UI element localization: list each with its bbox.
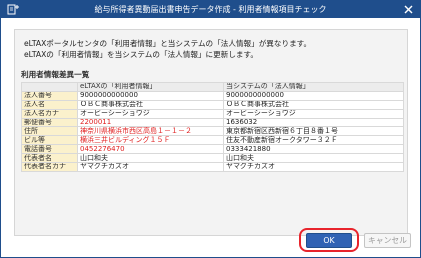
column-header-eltax: eLTAXの「利用者情報」 (77, 82, 224, 92)
eltax-value: ヤマグチカズオ (77, 162, 224, 172)
system-value: 山口和夫 (223, 153, 404, 164)
ok-button[interactable]: OK (306, 233, 352, 248)
table-row: 代表者名カナ ヤマグチカズオ ヤマグチカズオ (21, 162, 404, 172)
close-icon[interactable] (403, 4, 414, 15)
system-value: 住友不動産新宿オークタワー３２Ｆ (223, 135, 404, 146)
table-row: 郵便番号 2200011 1636032 (21, 117, 404, 128)
window-title: 給与所得者異動届出書申告データ作成 - 利用者情報項目チェック (94, 5, 327, 14)
row-label: ビル等 (21, 135, 78, 146)
column-header-item (21, 82, 78, 92)
row-label: 住所 (21, 126, 78, 137)
eltax-value: ＯＢＣ商事株式会社 (77, 99, 224, 110)
diff-table: eLTAXの「利用者情報」 当システムの「法人情報」 法人番号 900000000… (21, 82, 404, 172)
table-row: 法人名カナ オービーシーショウジ オービーシーショウジ (21, 108, 404, 119)
eltax-value: 神奈川県横浜市西区高島１－１－２ (77, 126, 224, 137)
row-label: 代表者名カナ (21, 162, 78, 172)
cancel-button[interactable]: キャンセル (364, 233, 411, 248)
dialog-window: 給与所得者異動届出書申告データ作成 - 利用者情報項目チェック eLTAXポータ… (0, 0, 421, 258)
table-row: 法人番号 9000000000000 9000000000000 (21, 90, 404, 101)
row-label: 代表者名 (21, 153, 78, 164)
system-value: 1636032 (223, 117, 404, 128)
row-label: 電話番号 (21, 144, 78, 155)
eltax-value: オービーシーショウジ (77, 108, 224, 119)
eltax-value: 9000000000000 (77, 90, 224, 101)
system-value: ＯＢＣ商事株式会社 (223, 99, 404, 110)
system-value: ヤマグチカズオ (223, 162, 404, 172)
table-row: 代表者名 山口和夫 山口和夫 (21, 153, 404, 164)
row-label: 法人番号 (21, 90, 78, 101)
system-value: オービーシーショウジ (223, 108, 404, 119)
section-title: 利用者情報差異一覧 (21, 70, 90, 79)
table-header-row: eLTAXの「利用者情報」 当システムの「法人情報」 (21, 82, 404, 92)
table-row: ビル等 横浜三井ビルディング１５Ｆ 住友不動産新宿オークタワー３２Ｆ (21, 135, 404, 146)
eltax-value: 横浜三井ビルディング１５Ｆ (77, 135, 224, 146)
system-value: 東京都新宿区西新宿６丁目８番１号 (223, 126, 404, 137)
eltax-value: 0452276470 (77, 144, 224, 155)
column-header-system: 当システムの「法人情報」 (223, 82, 404, 92)
title-bar: 給与所得者異動届出書申告データ作成 - 利用者情報項目チェック (1, 1, 420, 18)
system-value: 9000000000000 (223, 90, 404, 101)
table-row: 法人名 ＯＢＣ商事株式会社 ＯＢＣ商事株式会社 (21, 99, 404, 110)
system-value: 0333421880 (223, 144, 404, 155)
message-line-1: eLTAXポータルセンタの「利用者情報」と当システムの「法人情報」が異なります。 (24, 39, 312, 48)
row-label: 郵便番号 (21, 117, 78, 128)
message-line-2: eLTAXの「利用者情報」を当システムの「法人情報」に更新します。 (24, 50, 258, 59)
table-row: 電話番号 0452276470 0333421880 (21, 144, 404, 155)
row-label: 法人名カナ (21, 108, 78, 119)
table-row: 住所 神奈川県横浜市西区高島１－１－２ 東京都新宿区西新宿６丁目８番１号 (21, 126, 404, 137)
row-label: 法人名 (21, 99, 78, 110)
eltax-value: 2200011 (77, 117, 224, 128)
eltax-value: 山口和夫 (77, 153, 224, 164)
